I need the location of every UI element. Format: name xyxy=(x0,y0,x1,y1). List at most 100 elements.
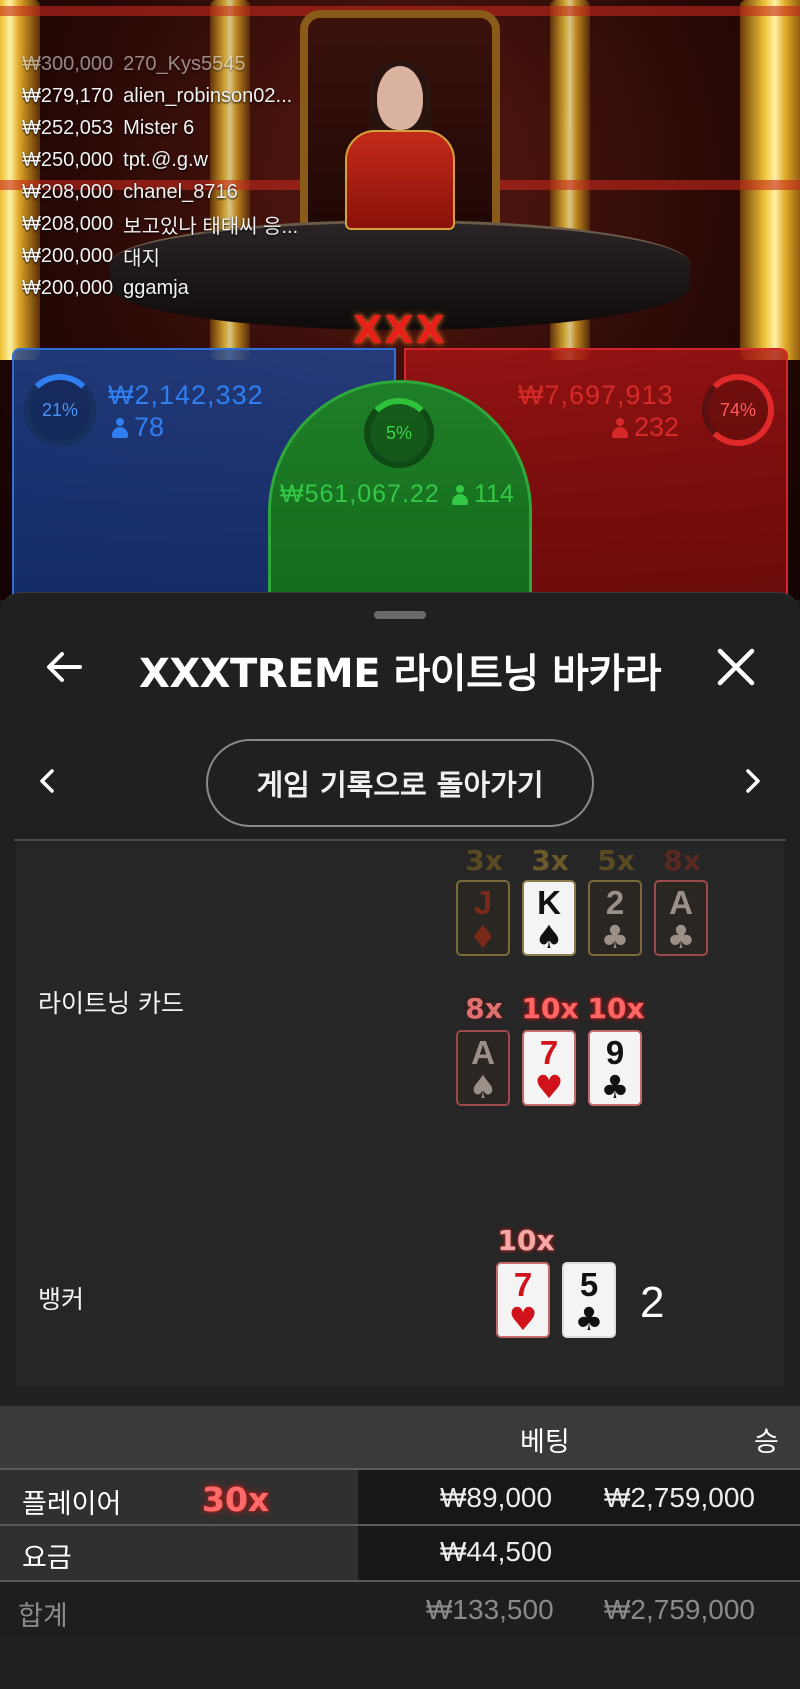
winner-name: 대지 xyxy=(123,247,160,270)
winner-row: ₩300,000 270_Kys5545 xyxy=(22,48,352,80)
app-root: XXX ₩300,000 270_Kys5545 ₩279,170 alien_ro… xyxy=(0,0,800,1689)
winner-name: Mister 6 xyxy=(123,116,195,139)
lightning-card: 7 ♥ xyxy=(522,1030,576,1106)
player-percent-ring: 21% xyxy=(24,374,96,446)
back-to-history-button[interactable]: 게임 기록으로 돌아가기 xyxy=(206,739,594,827)
sheet-title: XXXTREME 라이트닝 바카라 xyxy=(138,651,662,697)
winner-amount: ₩250,000 xyxy=(22,148,114,171)
banker-count-value: 232 xyxy=(634,412,680,442)
banker-percent-ring: 74% xyxy=(702,374,774,446)
winner-row: ₩200,000 대지 xyxy=(22,240,352,272)
arrow-left-icon[interactable] xyxy=(42,645,86,689)
chevron-right-icon[interactable] xyxy=(740,763,766,799)
tie-percent-ring: 5% xyxy=(364,398,434,468)
banker-card: 7 ♥ xyxy=(496,1262,550,1338)
card-rank: J xyxy=(473,884,493,921)
card-multiplier: 10x xyxy=(587,992,645,1025)
win-amount: ₩2,759,000 xyxy=(604,1482,755,1513)
winner-row: ₩208,000 보고있나 태태씨 응... xyxy=(22,208,352,240)
club-suit-icon: ♣ xyxy=(600,918,630,956)
table-logo: XXX xyxy=(353,308,447,352)
banker-bet-total: ₩7,697,913 xyxy=(518,380,674,410)
diamond-suit-icon: ♦ xyxy=(468,918,498,956)
lightning-card: J ♦ xyxy=(456,880,510,956)
winner-row: ₩279,170 alien_robinson02... xyxy=(22,80,352,112)
tie-count-value: 114 xyxy=(474,480,514,508)
winner-name: chanel_8716 xyxy=(123,180,238,203)
banker-score: 2 xyxy=(640,1278,665,1327)
winners-list: ₩300,000 270_Kys5545 ₩279,170 alien_robins… xyxy=(22,48,352,304)
player-bet-total: ₩2,142,332 xyxy=(108,380,264,410)
chevron-left-icon[interactable] xyxy=(34,763,60,799)
club-suit-icon: ♣ xyxy=(600,1068,630,1106)
bet-amount: ₩89,000 xyxy=(440,1482,553,1513)
total-bet-amount: ₩133,500 xyxy=(426,1594,554,1625)
winner-amount: ₩200,000 xyxy=(22,244,114,267)
card-rank: 7 xyxy=(513,1266,533,1303)
winner-amount: ₩279,170 xyxy=(22,84,114,107)
lightning-cards-label: 라이트닝 카드 xyxy=(38,989,184,1018)
winner-amount: ₩252,053 xyxy=(22,116,114,139)
bet-column-header: 베팅 xyxy=(520,1427,570,1458)
card-rank: K xyxy=(537,884,561,921)
dealer-figure xyxy=(345,60,455,230)
person-icon xyxy=(112,417,128,438)
winner-amount: ₩208,000 xyxy=(22,212,114,235)
fee-label: 요금 xyxy=(22,1543,72,1574)
lightning-card: 2 ♣ xyxy=(588,880,642,956)
fee-amount: ₩44,500 xyxy=(440,1536,553,1567)
lightning-card: A ♣ xyxy=(654,880,708,956)
card-multiplier: 10x xyxy=(497,1224,555,1257)
winner-name: tpt.@.g.w xyxy=(123,148,208,171)
heart-suit-icon: ♥ xyxy=(508,1300,538,1338)
total-win-amount: ₩2,759,000 xyxy=(604,1594,755,1625)
card-rank: A xyxy=(471,1034,495,1071)
winner-name: ggamja xyxy=(123,276,189,299)
card-multiplier: 3x xyxy=(465,844,503,877)
club-suit-icon: ♣ xyxy=(574,1300,604,1338)
tie-bet-total: ₩561,067.22 xyxy=(280,480,440,508)
total-label: 합계 xyxy=(18,1601,68,1632)
winner-name: 270_Kys5545 xyxy=(123,52,246,75)
spade-suit-icon: ♠ xyxy=(468,1068,498,1106)
close-icon[interactable] xyxy=(712,643,760,691)
spade-suit-icon: ♠ xyxy=(534,918,564,956)
sheet-drag-handle[interactable] xyxy=(374,611,426,619)
person-icon xyxy=(612,417,628,438)
player-multiplier: 30x xyxy=(202,1480,270,1519)
card-rank: 7 xyxy=(539,1034,559,1071)
winner-row: ₩250,000 tpt.@.g.w xyxy=(22,144,352,176)
table-total-row: 합계 ₩133,500 ₩2,759,000 xyxy=(0,1582,800,1636)
card-multiplier: 10x xyxy=(521,992,579,1025)
winner-amount: ₩200,000 xyxy=(22,276,114,299)
player-bettor-count: 78 xyxy=(112,412,164,443)
card-rank: 9 xyxy=(605,1034,625,1071)
card-rank: 2 xyxy=(605,884,625,921)
person-icon xyxy=(452,484,468,505)
winner-name: alien_robinson02... xyxy=(123,84,293,107)
winner-row: ₩200,000 ggamja xyxy=(22,272,352,304)
tie-bettor-count: 114 xyxy=(452,480,514,509)
bets-table-header: 베팅 승 xyxy=(0,1406,800,1468)
lightning-card: A ♠ xyxy=(456,1030,510,1106)
winner-name: 보고있나 태태씨 응... xyxy=(123,215,299,238)
card-multiplier: 3x xyxy=(531,844,569,877)
card-multiplier: 8x xyxy=(465,992,503,1025)
winner-amount: ₩300,000 xyxy=(22,52,114,75)
card-rank: 5 xyxy=(579,1266,599,1303)
winner-row: ₩208,000 chanel_8716 xyxy=(22,176,352,208)
bet-type-label: 플레이어 xyxy=(22,1489,122,1520)
card-multiplier: 5x xyxy=(597,844,635,877)
table-row: 플레이어 ₩89,000 ₩2,759,000 xyxy=(0,1470,800,1524)
card-multiplier: 8x xyxy=(663,844,701,877)
table-row: 요금 ₩44,500 xyxy=(0,1526,800,1580)
banker-label: 뱅커 xyxy=(38,1285,85,1314)
club-suit-icon: ♣ xyxy=(666,918,696,956)
winner-amount: ₩208,000 xyxy=(22,180,114,203)
card-rank: A xyxy=(669,884,693,921)
banker-card: 5 ♣ xyxy=(562,1262,616,1338)
player-count-value: 78 xyxy=(134,412,165,442)
banker-bettor-count: 232 xyxy=(612,412,679,443)
win-column-header: 승 xyxy=(754,1427,779,1458)
heart-suit-icon: ♥ xyxy=(534,1068,564,1106)
